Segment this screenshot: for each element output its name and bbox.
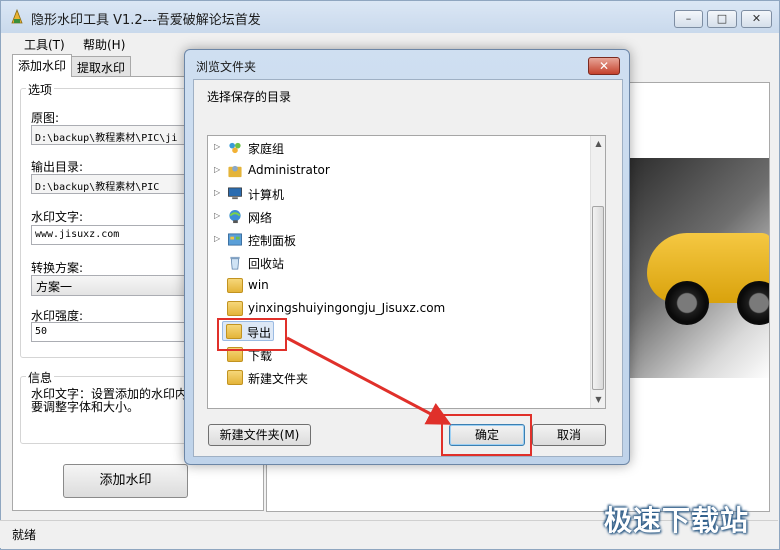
tree-item-new-folder[interactable]: 新建文件夹: [214, 368, 534, 388]
tree-scrollbar[interactable]: ▲ ▼: [590, 136, 605, 408]
titlebar[interactable]: 隐形水印工具 V1.2---吾爱破解论坛首发 – □ ✕: [1, 1, 779, 33]
expand-arrow-icon[interactable]: ▷: [214, 165, 220, 174]
tab-add-watermark[interactable]: 添加水印: [12, 54, 73, 77]
tree-item-administrator[interactable]: ▷ Administrator: [214, 161, 534, 181]
source-label: 原图:: [31, 111, 60, 125]
tree-item-project-folder[interactable]: yinxingshuiyingongju_Jisuxz.com: [214, 299, 554, 319]
site-watermark-logo: 极速下载站: [604, 504, 750, 537]
tree-item-label: 新建文件夹: [248, 372, 309, 386]
tree-item-label: 回收站: [248, 257, 285, 271]
watermark-text-label: 水印文字:: [31, 210, 84, 224]
homegroup-icon: [229, 142, 241, 154]
info-group-title: 信息: [26, 369, 55, 386]
tree-item-network[interactable]: ▷ 网络: [214, 207, 534, 227]
tree-item-computer[interactable]: ▷ 计算机: [214, 184, 534, 204]
control-panel-icon: [228, 233, 242, 246]
user-folder-icon: [228, 165, 242, 178]
tree-item-label: 计算机: [248, 188, 285, 202]
output-dir-field[interactable]: D:\backup\教程素材\PIC: [31, 174, 196, 194]
expand-arrow-icon[interactable]: ▷: [214, 234, 220, 243]
source-path-field[interactable]: D:\backup\教程素材\PIC\ji: [31, 125, 196, 145]
menu-help[interactable]: 帮助(H): [83, 36, 125, 53]
recycle-bin-icon: [230, 256, 240, 270]
tree-item-win[interactable]: win: [214, 276, 534, 296]
scroll-down-icon[interactable]: ▼: [591, 392, 606, 408]
tree-item-label: 家庭组: [248, 142, 285, 156]
tree-item-label: yinxingshuiyingongju_Jisuxz.com: [248, 301, 446, 315]
tree-item-label: 控制面板: [248, 234, 297, 248]
scroll-up-icon[interactable]: ▲: [591, 136, 606, 152]
tree-item-control-panel[interactable]: ▷ 控制面板: [214, 230, 534, 250]
scheme-select[interactable]: 方案一: [31, 275, 196, 296]
highlight-ok-button: [441, 414, 532, 456]
options-group-title: 选项: [26, 81, 55, 98]
tree-item-label: win: [248, 278, 269, 292]
tab-extract-watermark[interactable]: 提取水印: [71, 56, 132, 76]
dialog-prompt: 选择保存的目录: [207, 90, 292, 104]
scroll-thumb[interactable]: [592, 206, 604, 390]
tree-item-label: Administrator: [248, 163, 330, 177]
folder-icon: [227, 301, 243, 316]
add-watermark-button[interactable]: 添加水印: [63, 464, 188, 498]
expand-arrow-icon[interactable]: ▷: [214, 188, 220, 197]
dialog-close-button[interactable]: ✕: [588, 57, 620, 75]
minimize-button[interactable]: –: [674, 10, 703, 28]
watermark-text-field[interactable]: www.jisuxz.com: [31, 225, 196, 245]
folder-icon: [227, 370, 243, 385]
cancel-button[interactable]: 取消: [532, 424, 606, 446]
tree-item-recycle-bin[interactable]: 回收站: [214, 253, 534, 273]
expand-arrow-icon[interactable]: ▷: [214, 142, 220, 151]
car-wheel: [665, 281, 709, 325]
output-label: 输出目录:: [31, 160, 84, 174]
tree-item-label: 网络: [248, 211, 273, 225]
expand-arrow-icon[interactable]: ▷: [214, 211, 220, 220]
close-window-button[interactable]: ✕: [741, 10, 772, 28]
status-text: 就绪: [12, 528, 37, 542]
highlight-export-folder: [217, 318, 287, 351]
tree-item-homegroup[interactable]: ▷ 家庭组: [214, 138, 534, 158]
maximize-button[interactable]: □: [707, 10, 737, 28]
dialog-title: 浏览文件夹: [196, 60, 257, 74]
new-folder-button[interactable]: 新建文件夹(M): [208, 424, 311, 446]
folder-icon: [227, 278, 243, 293]
computer-icon: [228, 187, 242, 200]
scheme-label: 转换方案:: [31, 261, 84, 275]
strength-field[interactable]: 50: [31, 322, 196, 342]
window-title: 隐形水印工具 V1.2---吾爱破解论坛首发: [31, 13, 261, 28]
menu-tools[interactable]: 工具(T): [24, 36, 65, 53]
app-logo-icon: [11, 9, 23, 24]
network-icon: [229, 209, 241, 224]
